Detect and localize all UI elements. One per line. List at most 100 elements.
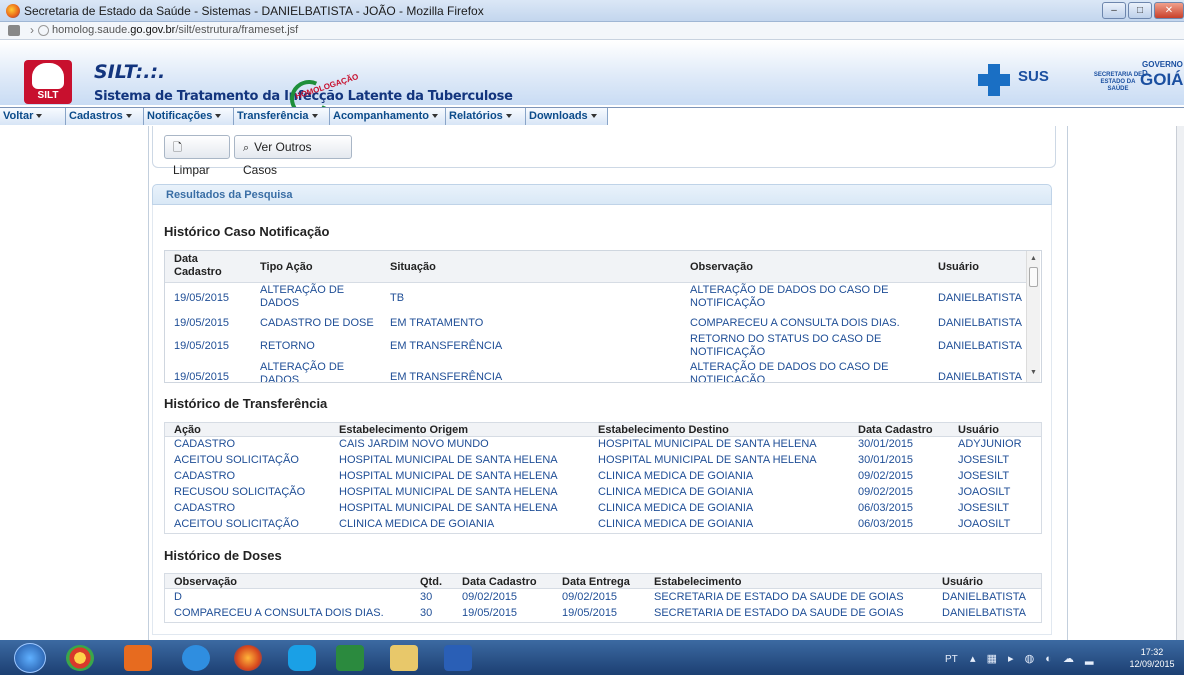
chevron-down-icon: [505, 114, 512, 119]
table-row: 19/05/2015 ALTERAÇÃO DE DADOS EM TRANSFE…: [165, 360, 1026, 382]
document-icon: 🗋: [173, 142, 182, 154]
firefox-icon: [6, 4, 20, 18]
cell-data-cadastro: 19/05/2015: [462, 607, 518, 619]
notificacao-scrollbar[interactable]: ▲ ▼: [1026, 251, 1040, 382]
chevron-down-icon: [36, 114, 43, 119]
menu-label: Relatórios: [449, 110, 503, 122]
word-icon[interactable]: [444, 645, 472, 671]
menu-cadastros[interactable]: Cadastros: [66, 108, 144, 125]
excel-icon[interactable]: [336, 645, 364, 671]
sus-logo-icon: [978, 64, 1010, 96]
address-bar[interactable]: › homolog.saude.go.gov.br/silt/estrutura…: [0, 22, 1184, 40]
col-estab-origem: Estabelecimento Origem: [339, 424, 468, 436]
scroll-thumb[interactable]: [1029, 267, 1038, 287]
menu-transferencia[interactable]: Transferência: [234, 108, 330, 125]
col-acao: Ação: [174, 424, 201, 436]
url-domain: go.gov.br: [130, 24, 176, 36]
cell-acao: ACEITOU SOLICITAÇÃO: [174, 518, 299, 530]
col-data-cadastro: Data Cadastro: [174, 253, 222, 278]
cell-data: 06/03/2015: [858, 518, 914, 530]
system-tray-icons[interactable]: ▴ ▦ ▸ ◍ ◐ ☁ ▂: [970, 652, 1097, 665]
chevron-down-icon: [431, 114, 438, 119]
media-player-icon[interactable]: [124, 645, 152, 671]
cell-data: 30/01/2015: [858, 454, 914, 466]
sus-label: SUS: [1018, 68, 1049, 85]
cell-obs: COMPARECEU A CONSULTA DOIS DIAS.: [690, 317, 900, 329]
menu-downloads[interactable]: Downloads: [526, 108, 608, 125]
scroll-up-icon[interactable]: ▲: [1030, 255, 1037, 262]
menu-label: Voltar: [3, 110, 34, 122]
col-usuario: Usuário: [958, 424, 999, 436]
chrome-icon[interactable]: [66, 645, 94, 671]
page-scrollbar[interactable]: [1176, 126, 1184, 640]
silt-logo[interactable]: SILT: [24, 60, 72, 104]
cell-acao: ACEITOU SOLICITAÇÃO: [174, 454, 299, 466]
firefox-taskbar-icon[interactable]: [234, 645, 262, 671]
clock[interactable]: 17:32 12/09/2015: [1120, 646, 1184, 670]
maximize-button[interactable]: □: [1128, 2, 1152, 19]
cell-usuario: DANIELBATISTA: [942, 591, 1026, 603]
menu-relatorios[interactable]: Relatórios: [446, 108, 526, 125]
notificacao-title: Histórico Caso Notificação: [164, 224, 330, 239]
menu-label: Cadastros: [69, 110, 123, 122]
cell-data: 06/03/2015: [858, 502, 914, 514]
menu-voltar[interactable]: Voltar: [0, 108, 66, 125]
cell-data-entrega: 19/05/2015: [562, 607, 618, 619]
cell-tipo: RETORNO: [260, 340, 315, 352]
minimize-button[interactable]: –: [1102, 2, 1126, 19]
page-icon: [8, 25, 20, 36]
cell-tipo: CADASTRO DE DOSE: [260, 317, 374, 329]
limpar-button[interactable]: 🗋 Limpar: [164, 135, 230, 177]
cell-data: 19/05/2015: [174, 340, 230, 352]
chevron-down-icon: [125, 114, 132, 119]
cell-situacao: EM TRANSFERÊNCIA: [390, 340, 503, 352]
menu-label: Downloads: [529, 110, 588, 122]
menu-notificacoes[interactable]: Notificações: [144, 108, 234, 125]
language-indicator[interactable]: PT: [945, 654, 958, 665]
menu-label: Transferência: [237, 110, 309, 122]
cell-data: 09/02/2015: [858, 470, 914, 482]
cell-destino: CLINICA MEDICA DE GOIANIA: [598, 470, 754, 482]
start-button[interactable]: [14, 643, 46, 673]
menu-acompanhamento[interactable]: Acompanhamento: [330, 108, 446, 125]
globe-icon: [38, 25, 49, 36]
scroll-down-icon[interactable]: ▼: [1030, 369, 1037, 376]
url-text[interactable]: homolog.saude.go.gov.br/silt/estrutura/f…: [52, 24, 298, 36]
button-label: Limpar: [173, 163, 210, 177]
cell-data: 19/05/2015: [174, 371, 230, 382]
internet-explorer-icon[interactable]: [182, 645, 210, 671]
cell-qtd: 30: [420, 607, 433, 619]
col-estabelecimento: Estabelecimento: [654, 576, 742, 588]
chevron-down-icon: [590, 114, 597, 119]
logo-label: SILT: [37, 90, 59, 101]
menu-label: Notificações: [147, 110, 213, 122]
cell-origem: HOSPITAL MUNICIPAL DE SANTA HELENA: [339, 502, 558, 514]
col-situacao: Situação: [390, 261, 436, 273]
cell-usuario: DANIELBATISTA: [938, 340, 1022, 352]
menu-label: Acompanhamento: [333, 110, 429, 122]
cell-usuario: JOSESILT: [958, 470, 1010, 482]
doses-title: Histórico de Doses: [164, 548, 282, 563]
cell-situacao: EM TRANSFERÊNCIA: [390, 371, 503, 382]
close-button[interactable]: ✕: [1154, 2, 1184, 19]
cell-data: 09/02/2015: [858, 486, 914, 498]
skype-icon[interactable]: [288, 645, 316, 671]
window-title: Secretaria de Estado da Saúde - Sistemas…: [24, 4, 484, 18]
cell-tipo: ALTERAÇÃO DE DADOS: [260, 284, 345, 309]
transferencia-title: Histórico de Transferência: [164, 396, 328, 411]
cell-situacao: EM TRATAMENTO: [390, 317, 484, 329]
folder-icon[interactable]: [390, 645, 418, 671]
cell-destino: CLINICA MEDICA DE GOIANIA: [598, 502, 754, 514]
col-data-cadastro: Data Cadastro: [858, 424, 933, 436]
col-estab-destino: Estabelecimento Destino: [598, 424, 729, 436]
ver-outros-casos-button[interactable]: ⌕ Ver Outros Casos: [234, 135, 352, 177]
cell-usuario: JOSESILT: [958, 454, 1010, 466]
cell-estab: SECRETARIA DE ESTADO DA SAUDE DE GOIAS: [654, 607, 904, 619]
col-observacao: Observação: [690, 261, 753, 273]
cell-origem: CLINICA MEDICA DE GOIANIA: [339, 518, 495, 530]
window-titlebar: Secretaria de Estado da Saúde - Sistemas…: [0, 0, 1184, 22]
cell-estab: SECRETARIA DE ESTADO DA SAUDE DE GOIAS: [654, 591, 904, 603]
clock-date: 12/09/2015: [1129, 659, 1175, 669]
cell-qtd: 30: [420, 591, 433, 603]
app-name: SILT:.:.: [94, 61, 166, 83]
